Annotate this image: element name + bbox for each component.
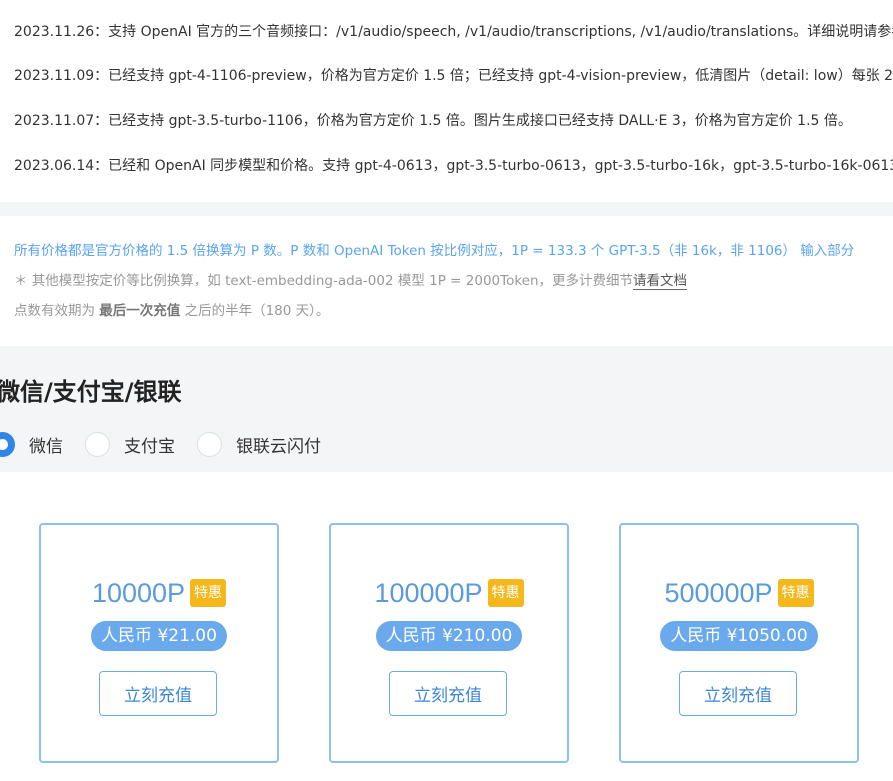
points-amount: 100000P [374,577,483,608]
radio-unchecked-icon [197,431,222,457]
news-item: 2023.11.09：已经支持 gpt-4-1106-preview，价格为官方… [14,68,893,84]
radio-label: 支付宝 [124,436,175,457]
recharge-cards: 10000P 特惠 人民币 ¥21.00 立刻充值 100000P 特惠 人民币… [0,472,893,781]
payment-title: 微信/支付宝/银联 [0,378,182,406]
price-pill: 人民币 ¥21.00 [91,621,227,651]
pricing-note-text: ＊ 其他模型按定价等比例换算，如 text-embedding-ada-002 … [14,270,688,292]
pricing-rule-text: 所有价格都是官方价格的 1.5 倍换算为 P 数。P 数和 OpenAI Tok… [14,243,855,259]
recharge-button[interactable]: 立刻充值 [99,671,217,716]
discount-badge: 特惠 [487,579,524,607]
pricing-info: 所有价格都是官方价格的 1.5 倍换算为 P 数。P 数和 OpenAI Tok… [0,216,893,346]
validity-prefix: 点数有效期为 [14,303,100,319]
price-pill: 人民币 ¥1050.00 [660,621,818,651]
section-divider [0,202,893,216]
recharge-card-500000: 500000P 特惠 人民币 ¥1050.00 立刻充值 [619,523,859,763]
points-amount: 500000P [664,577,773,608]
points-amount: 10000P [91,577,186,608]
payment-method-section: 微信/支付宝/银联 微信 支付宝 银联云闪付 [0,346,893,472]
discount-badge: 特惠 [190,579,227,607]
docs-link[interactable]: 请看文档 [633,273,688,290]
news-item: 2023.06.14：已经和 OpenAI 同步模型和价格。支持 gpt-4-0… [14,158,893,174]
validity-bold: 最后一次充值 [99,303,181,319]
recharge-button[interactable]: 立刻充值 [389,671,507,716]
validity-suffix: 之后的半年（180 天）。 [180,303,330,319]
radio-unchecked-icon [85,431,110,457]
news-item: 2023.11.07：已经支持 gpt-3.5-turbo-1106，价格为官方… [14,113,852,129]
radio-checked-icon [0,431,15,457]
pricing-note-prefix: ＊ 其他模型按定价等比例换算，如 text-embedding-ada-002 … [14,273,634,289]
radio-unionpay[interactable]: 银联云闪付 [197,431,321,457]
news-list: 2023.11.26：支持 OpenAI 官方的三个音频接口：/v1/audio… [0,0,893,202]
price-pill: 人民币 ¥210.00 [375,621,523,651]
recharge-card-100000: 100000P 特惠 人民币 ¥210.00 立刻充值 [329,523,569,763]
recharge-button[interactable]: 立刻充值 [679,671,797,716]
recharge-card-10000: 10000P 特惠 人民币 ¥21.00 立刻充值 [39,523,279,763]
radio-label: 微信 [29,436,63,457]
news-item: 2023.11.26：支持 OpenAI 官方的三个音频接口：/v1/audio… [14,24,893,40]
radio-label: 银联云闪付 [236,436,321,457]
validity-text: 点数有效期为 最后一次充值 之后的半年（180 天）。 [14,300,329,322]
discount-badge: 特惠 [777,579,814,607]
radio-wechat[interactable]: 微信 [0,431,63,457]
radio-alipay[interactable]: 支付宝 [85,431,175,457]
